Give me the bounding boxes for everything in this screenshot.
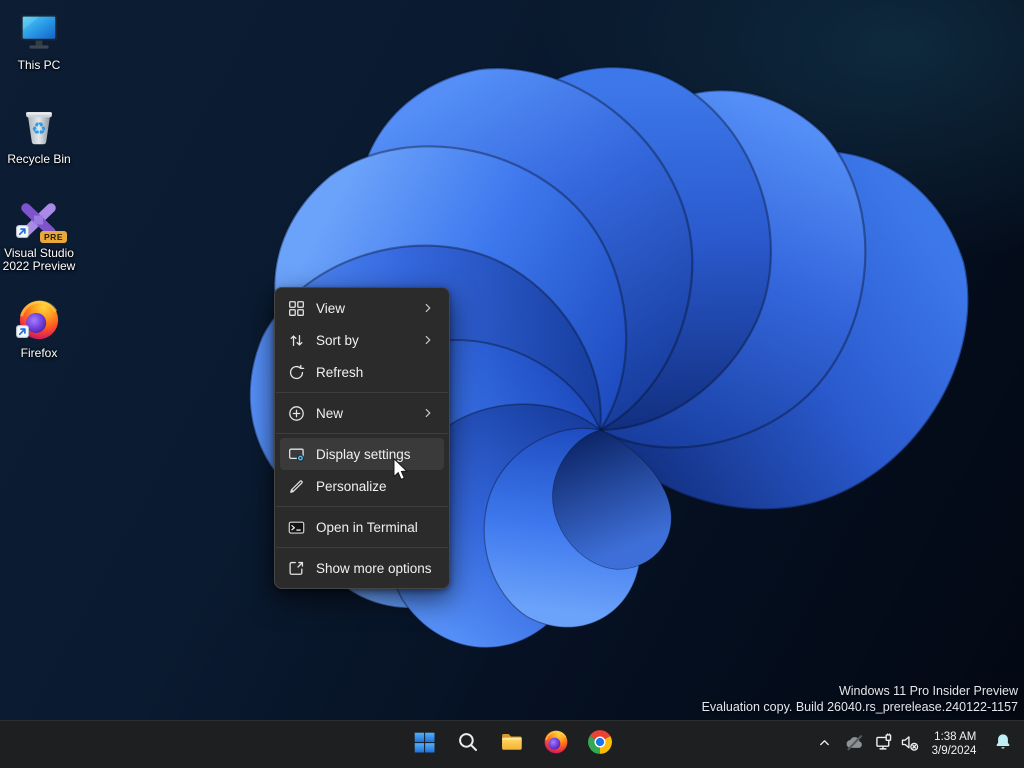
chevron-right-icon [420, 332, 436, 348]
terminal-icon [286, 517, 306, 537]
search-button[interactable] [448, 725, 488, 765]
desktop-icon-label: Recycle Bin [7, 152, 71, 166]
menu-item-display-settings[interactable]: Display settings [280, 438, 444, 470]
menu-item-sort-by[interactable]: Sort by [280, 324, 444, 356]
refresh-icon [286, 362, 306, 382]
chevron-up-icon [817, 735, 832, 755]
menu-item-new[interactable]: New [280, 397, 444, 429]
taskbar-center-icons [404, 721, 620, 768]
desktop-icon-visual-studio[interactable]: PRE Visual Studio 2022 Preview [0, 196, 78, 273]
menu-item-refresh[interactable]: Refresh [280, 356, 444, 388]
menu-separator [276, 547, 448, 548]
desktop-icon-firefox[interactable]: Firefox [0, 296, 78, 360]
chrome-icon [587, 729, 613, 760]
visual-studio-icon: PRE [15, 196, 67, 244]
shortcut-arrow-icon [16, 225, 29, 243]
notification-center-button[interactable] [986, 725, 1020, 765]
desktop-wallpaper [248, 66, 970, 649]
clock[interactable]: 1:38 AM 3/9/2024 [922, 725, 986, 765]
shortcut-arrow-icon [16, 325, 29, 343]
search-icon [456, 730, 480, 759]
chevron-right-icon [420, 405, 436, 421]
menu-separator [276, 506, 448, 507]
recycle-bin-icon: ♻ [15, 102, 63, 150]
display-settings-icon [286, 444, 306, 464]
watermark-line1: Windows 11 Pro Insider Preview [838, 684, 1018, 698]
pre-badge: PRE [40, 231, 67, 243]
menu-item-open-in-terminal[interactable]: Open in Terminal [280, 511, 444, 543]
onedrive-button[interactable] [838, 725, 870, 765]
menu-item-show-more-options[interactable]: Show more options [280, 552, 444, 584]
system-tray: 1:38 AM 3/9/2024 [810, 721, 1020, 768]
chrome-taskbar-button[interactable] [580, 725, 620, 765]
onedrive-offline-icon [845, 733, 864, 757]
firefox-icon [15, 296, 63, 344]
expand-icon [286, 558, 306, 578]
menu-separator [276, 392, 448, 393]
volume-muted-icon [900, 733, 919, 757]
firefox-icon [543, 729, 569, 760]
desktop-icon-recycle-bin[interactable]: ♻ Recycle Bin [0, 102, 78, 166]
notification-bell-icon [993, 732, 1013, 757]
tray-time: 1:38 AM [934, 731, 977, 743]
start-button[interactable] [404, 725, 444, 765]
desktop-icon-label: Visual Studio 2022 Preview [2, 246, 76, 273]
firefox-taskbar-button[interactable] [536, 725, 576, 765]
tray-date: 3/9/2024 [931, 744, 977, 757]
sort-arrows-icon [286, 330, 306, 350]
monitor-icon [15, 8, 63, 56]
desktop-context-menu: View Sort by Refresh New Display setting… [274, 287, 450, 589]
personalize-brush-icon [286, 476, 306, 496]
folder-icon [499, 729, 525, 760]
file-explorer-button[interactable] [492, 725, 532, 765]
hidden-icons-button[interactable] [810, 725, 838, 765]
svg-text:♻: ♻ [31, 120, 46, 140]
taskbar: 1:38 AM 3/9/2024 [0, 720, 1024, 768]
watermark-line2: Evaluation copy. Build 26040.rs_prerelea… [701, 699, 1018, 714]
evaluation-watermark: Windows 11 Pro Insider Preview Evaluatio… [702, 684, 1018, 715]
menu-item-personalize[interactable]: Personalize [280, 470, 444, 502]
chevron-right-icon [420, 300, 436, 316]
network-volume-cluster[interactable] [870, 725, 922, 765]
desktop-icon-label: This PC [17, 58, 61, 72]
menu-item-view[interactable]: View [280, 292, 444, 324]
desktop-icon-label: Firefox [20, 346, 58, 360]
new-plus-circle-icon [286, 403, 306, 423]
menu-separator [276, 433, 448, 434]
network-ethernet-icon [874, 732, 893, 757]
view-grid-icon [286, 298, 306, 318]
windows-logo-icon [412, 730, 437, 760]
desktop-icon-this-pc[interactable]: This PC [0, 8, 78, 72]
